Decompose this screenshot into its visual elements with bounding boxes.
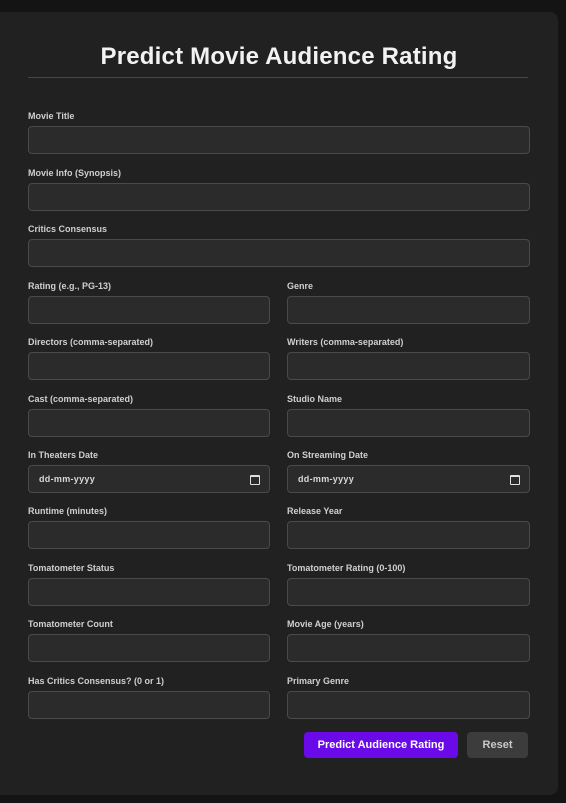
cast-label: Cast (comma-separated) — [28, 394, 134, 404]
runtime-input[interactable] — [28, 521, 270, 549]
tomatometer-status-label: Tomatometer Status — [28, 563, 115, 573]
directors-label: Directors (comma-separated) — [28, 337, 154, 347]
release-year-input[interactable] — [287, 521, 530, 549]
writers-input[interactable] — [287, 352, 530, 380]
release-year-label: Release Year — [287, 506, 343, 516]
on-streaming-date-label: On Streaming Date — [287, 450, 369, 460]
tomatometer-count-input[interactable] — [28, 634, 270, 662]
movie-title-input[interactable] — [28, 126, 530, 154]
studio-name-input[interactable] — [287, 409, 530, 437]
rating-input[interactable] — [28, 296, 270, 324]
critics-consensus-label: Critics Consensus — [28, 224, 108, 234]
movie-info-label: Movie Info (Synopsis) — [28, 168, 122, 178]
studio-name-label: Studio Name — [287, 394, 343, 404]
movie-title-label: Movie Title — [28, 111, 75, 121]
on-streaming-date-value: dd-mm-yyyy — [298, 474, 355, 484]
runtime-label: Runtime (minutes) — [28, 506, 108, 516]
primary-genre-input[interactable] — [287, 691, 530, 719]
directors-input[interactable] — [28, 352, 270, 380]
tomatometer-status-input[interactable] — [28, 578, 270, 606]
title-divider — [28, 77, 528, 78]
movie-age-label: Movie Age (years) — [287, 619, 364, 629]
tomatometer-count-label: Tomatometer Count — [28, 619, 113, 629]
has-critics-consensus-input[interactable] — [28, 691, 270, 719]
primary-genre-label: Primary Genre — [287, 676, 350, 686]
tomatometer-rating-input[interactable] — [287, 578, 530, 606]
rating-label: Rating (e.g., PG-13) — [28, 281, 112, 291]
calendar-icon[interactable] — [510, 475, 520, 485]
cast-input[interactable] — [28, 409, 270, 437]
critics-consensus-input[interactable] — [28, 239, 530, 267]
movie-info-input[interactable] — [28, 183, 530, 211]
tomatometer-rating-label: Tomatometer Rating (0-100) — [287, 563, 406, 573]
page-title: Predict Movie Audience Rating — [100, 43, 458, 70]
calendar-icon[interactable] — [250, 475, 260, 485]
on-streaming-date-input[interactable]: dd-mm-yyyy — [287, 465, 530, 493]
in-theaters-date-label: In Theaters Date — [28, 450, 99, 460]
genre-label: Genre — [287, 281, 314, 291]
in-theaters-date-input[interactable]: dd-mm-yyyy — [28, 465, 270, 493]
reset-button[interactable]: Reset — [467, 732, 528, 758]
has-critics-consensus-label: Has Critics Consensus? (0 or 1) — [28, 676, 165, 686]
predict-audience-rating-button[interactable]: Predict Audience Rating — [304, 732, 458, 758]
writers-label: Writers (comma-separated) — [287, 337, 404, 347]
genre-input[interactable] — [287, 296, 530, 324]
in-theaters-date-value: dd-mm-yyyy — [39, 474, 96, 484]
movie-age-input[interactable] — [287, 634, 530, 662]
